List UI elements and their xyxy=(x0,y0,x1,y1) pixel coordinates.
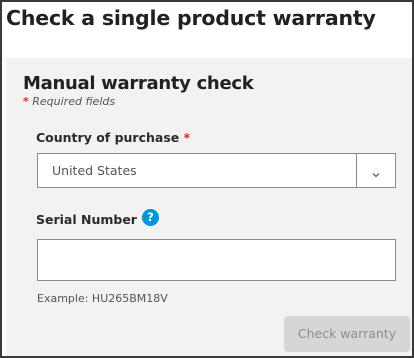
serial-example-hint: Example: HU265BM18V xyxy=(37,292,168,305)
country-label-text: Country of purchase xyxy=(36,130,180,145)
help-icon[interactable]: ? xyxy=(142,209,159,226)
section-title: Manual warranty check xyxy=(23,73,254,94)
manual-warranty-panel: Manual warranty check * Required fields … xyxy=(6,58,412,356)
country-select[interactable]: United States xyxy=(37,153,396,188)
required-asterisk: * xyxy=(23,95,29,108)
serial-number-input[interactable] xyxy=(37,239,396,281)
select-divider xyxy=(356,154,357,187)
country-required-asterisk: * xyxy=(183,130,191,145)
required-fields-text: Required fields xyxy=(32,95,116,108)
serial-label-text: Serial Number xyxy=(36,212,137,227)
serial-number-label: Serial Number * xyxy=(36,212,148,227)
check-warranty-button[interactable]: Check warranty xyxy=(284,316,410,352)
required-fields-note: * Required fields xyxy=(23,95,115,108)
warranty-check-window: Check a single product warranty Manual w… xyxy=(0,0,414,358)
country-of-purchase-label: Country of purchase * xyxy=(36,130,190,145)
page-title: Check a single product warranty xyxy=(6,6,376,30)
country-select-value: United States xyxy=(52,163,137,178)
chevron-down-icon[interactable] xyxy=(371,165,381,178)
